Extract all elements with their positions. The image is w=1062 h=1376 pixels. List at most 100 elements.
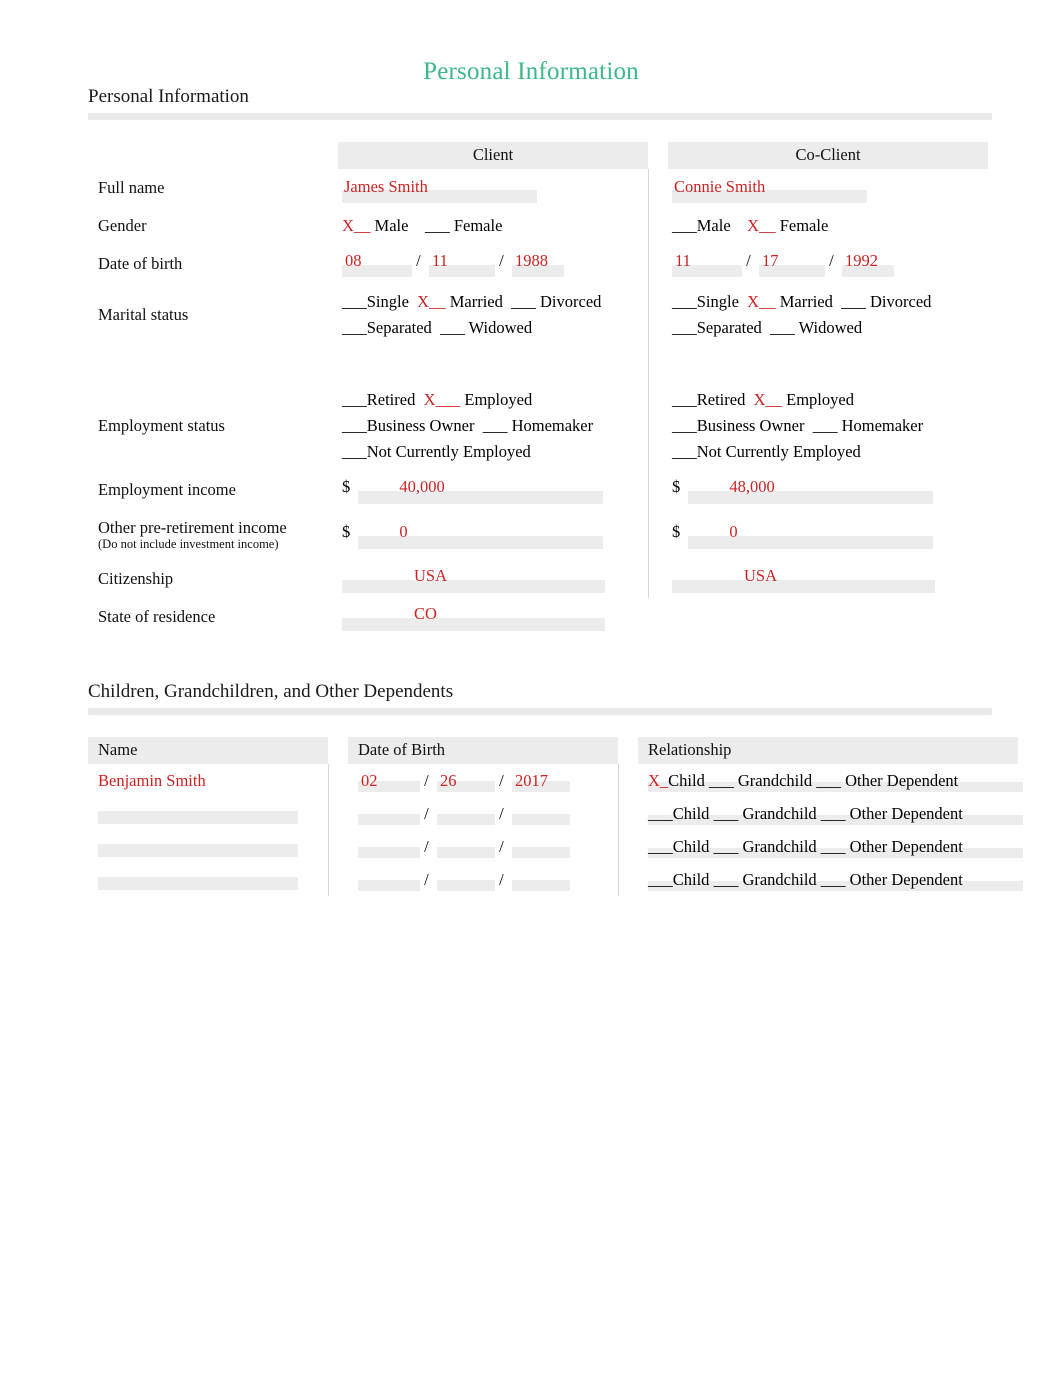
- column-header-name: Name: [88, 737, 328, 764]
- gender-coclient-male-mark[interactable]: ___: [672, 216, 697, 235]
- dependents-section-label: Children, Grandchildren, and Other Depen…: [88, 681, 454, 702]
- cell-gender-client[interactable]: X__ Male ___ Female: [338, 207, 648, 245]
- column-divider: [647, 560, 668, 598]
- marital-client-widowed-mark[interactable]: ___: [440, 318, 465, 337]
- dep1-grandchild-mark[interactable]: ___: [714, 804, 739, 823]
- cell-dependent-dob[interactable]: 02 / 26 / 2017: [348, 764, 618, 797]
- column-header-coclient: Co-Client: [668, 142, 988, 169]
- cell-marital-client[interactable]: ___Single X__ Married ___ Divorced ___Se…: [338, 283, 648, 347]
- cell-gender-coclient[interactable]: ___Male X__ Female: [668, 207, 988, 245]
- citizenship-client-value: USA: [414, 566, 448, 585]
- dep3-other-mark[interactable]: ___: [821, 870, 846, 889]
- cell-employment-coclient[interactable]: ___Retired X__ Employed ___Business Owne…: [668, 381, 988, 471]
- column-divider: [617, 797, 638, 830]
- cell-dependent-dob[interactable]: / /: [348, 830, 618, 863]
- dep3-grandchild-mark[interactable]: ___: [714, 870, 739, 889]
- column-divider: [647, 381, 668, 471]
- employment-coclient-owner-mark[interactable]: ___: [672, 416, 697, 435]
- gender-client-female-mark[interactable]: ___: [425, 216, 450, 235]
- other-income-coclient-value: 0: [729, 521, 738, 541]
- row-date-of-birth: Date of birth 08 / 11 / 1988 11 / 17 / 1…: [88, 245, 988, 283]
- label-employment-income: Employment income: [98, 480, 236, 499]
- marital-coclient-single-mark[interactable]: ___: [672, 292, 697, 311]
- employment-client-retired-mark[interactable]: ___: [342, 390, 367, 409]
- dep1-month-fieldline: [358, 814, 420, 825]
- dep0-day: 26: [439, 771, 457, 790]
- employment-coclient-notemployed-mark[interactable]: ___: [672, 442, 697, 461]
- row-employment-income: Employment income $ 40,000 $ 48,000: [88, 471, 988, 509]
- dep2-year-fieldline: [511, 847, 570, 858]
- cell-other-income-client[interactable]: $ 0: [338, 509, 648, 560]
- dep1-other-mark[interactable]: ___: [821, 804, 846, 823]
- spacer-cell: [618, 737, 638, 764]
- employment-client-employed-mark[interactable]: X___: [424, 390, 461, 409]
- cell-dependent-relationship[interactable]: ___Child ___ Grandchild ___ Other Depend…: [638, 863, 1023, 896]
- employment-coclient-homemaker-mark[interactable]: ___: [813, 416, 838, 435]
- employment-coclient-owner-label: Business Owner: [696, 416, 805, 435]
- cell-citizenship-client[interactable]: USA: [338, 560, 648, 598]
- cell-dependent-name[interactable]: Benjamin Smith: [88, 764, 328, 797]
- cell-citizenship-coclient[interactable]: USA: [668, 560, 988, 598]
- dep0-other-mark[interactable]: ___: [816, 771, 841, 790]
- dep2-month-fieldline: [358, 847, 420, 858]
- cell-full-name-coclient[interactable]: Connie Smith: [668, 169, 988, 207]
- marital-coclient-divorced-mark[interactable]: ___: [841, 292, 866, 311]
- cell-dependent-relationship[interactable]: X_Child ___ Grandchild ___ Other Depende…: [638, 764, 1023, 797]
- employment-client-homemaker-mark[interactable]: ___: [483, 416, 508, 435]
- employment-income-client-value: 40,000: [399, 477, 445, 496]
- dep3-month-fieldline: [358, 880, 420, 891]
- cell-dependent-dob[interactable]: / /: [348, 863, 618, 896]
- cell-dependent-relationship[interactable]: ___Child ___ Grandchild ___ Other Depend…: [638, 830, 1023, 863]
- cell-employment-income-coclient[interactable]: $ 48,000: [668, 471, 988, 509]
- marital-client-separated-mark[interactable]: ___: [342, 318, 367, 337]
- column-divider: [647, 245, 668, 283]
- dep3-child-mark[interactable]: ___: [648, 870, 673, 889]
- cell-full-name-client[interactable]: James Smith: [338, 169, 648, 207]
- cell-employment-income-client[interactable]: $ 40,000: [338, 471, 648, 509]
- dep2-child-mark[interactable]: ___: [648, 837, 673, 856]
- marital-client-single-mark[interactable]: ___: [342, 292, 367, 311]
- dep0-child-label: Child: [668, 771, 705, 790]
- row-employment-status: Employment status ___Retired X___ Employ…: [88, 381, 988, 471]
- employment-client-owner-mark[interactable]: ___: [342, 416, 367, 435]
- employment-coclient-notemployed-label: Not Currently Employed: [696, 442, 861, 461]
- gender-coclient-male-label: Male: [696, 216, 731, 235]
- cell-dependent-dob[interactable]: / /: [348, 797, 618, 830]
- employment-coclient-retired-mark[interactable]: ___: [672, 390, 697, 409]
- dob-sep-2: /: [499, 837, 508, 856]
- dep1-child-mark[interactable]: ___: [648, 804, 673, 823]
- marital-client-divorced-mark[interactable]: ___: [511, 292, 536, 311]
- cell-dependent-relationship[interactable]: ___Child ___ Grandchild ___ Other Depend…: [638, 797, 1023, 830]
- marital-coclient-widowed-label: Widowed: [798, 318, 863, 337]
- dep2-other-mark[interactable]: ___: [821, 837, 846, 856]
- marital-client-married-mark[interactable]: X__: [417, 292, 445, 311]
- cell-state-client[interactable]: CO: [338, 598, 648, 636]
- dep0-grandchild-mark[interactable]: ___: [709, 771, 734, 790]
- column-divider: [327, 764, 348, 797]
- employment-client-notemployed-mark[interactable]: ___: [342, 442, 367, 461]
- cell-marital-coclient[interactable]: ___Single X__ Married ___ Divorced ___Se…: [668, 283, 988, 347]
- employment-coclient-retired-label: Retired: [696, 390, 746, 409]
- gender-coclient-female-mark[interactable]: X__: [747, 216, 775, 235]
- cell-dob-client[interactable]: 08 / 11 / 1988: [338, 245, 648, 283]
- column-divider: [647, 471, 668, 509]
- dep0-child-mark[interactable]: X_: [648, 771, 668, 790]
- marital-coclient-separated-mark[interactable]: ___: [672, 318, 697, 337]
- cell-other-income-coclient[interactable]: $ 0: [668, 509, 988, 560]
- dep2-grandchild-mark[interactable]: ___: [714, 837, 739, 856]
- dep1-day-fieldline: [436, 814, 495, 825]
- cell-dob-coclient[interactable]: 11 / 17 / 1992: [668, 245, 988, 283]
- dob-client-day: 11: [431, 251, 448, 270]
- cell-dependent-name[interactable]: [88, 797, 328, 830]
- employment-coclient-employed-mark[interactable]: X__: [754, 390, 782, 409]
- marital-coclient-married-mark[interactable]: X__: [747, 292, 775, 311]
- column-divider: [647, 347, 668, 381]
- label-citizenship: Citizenship: [98, 569, 174, 588]
- marital-coclient-widowed-mark[interactable]: ___: [770, 318, 795, 337]
- cell-dependent-name[interactable]: [88, 830, 328, 863]
- dep2-day-fieldline: [436, 847, 495, 858]
- cell-state-coclient: [668, 598, 988, 636]
- cell-dependent-name[interactable]: [88, 863, 328, 896]
- cell-employment-client[interactable]: ___Retired X___ Employed ___Business Own…: [338, 381, 648, 471]
- gender-client-male-mark[interactable]: X__: [342, 216, 370, 235]
